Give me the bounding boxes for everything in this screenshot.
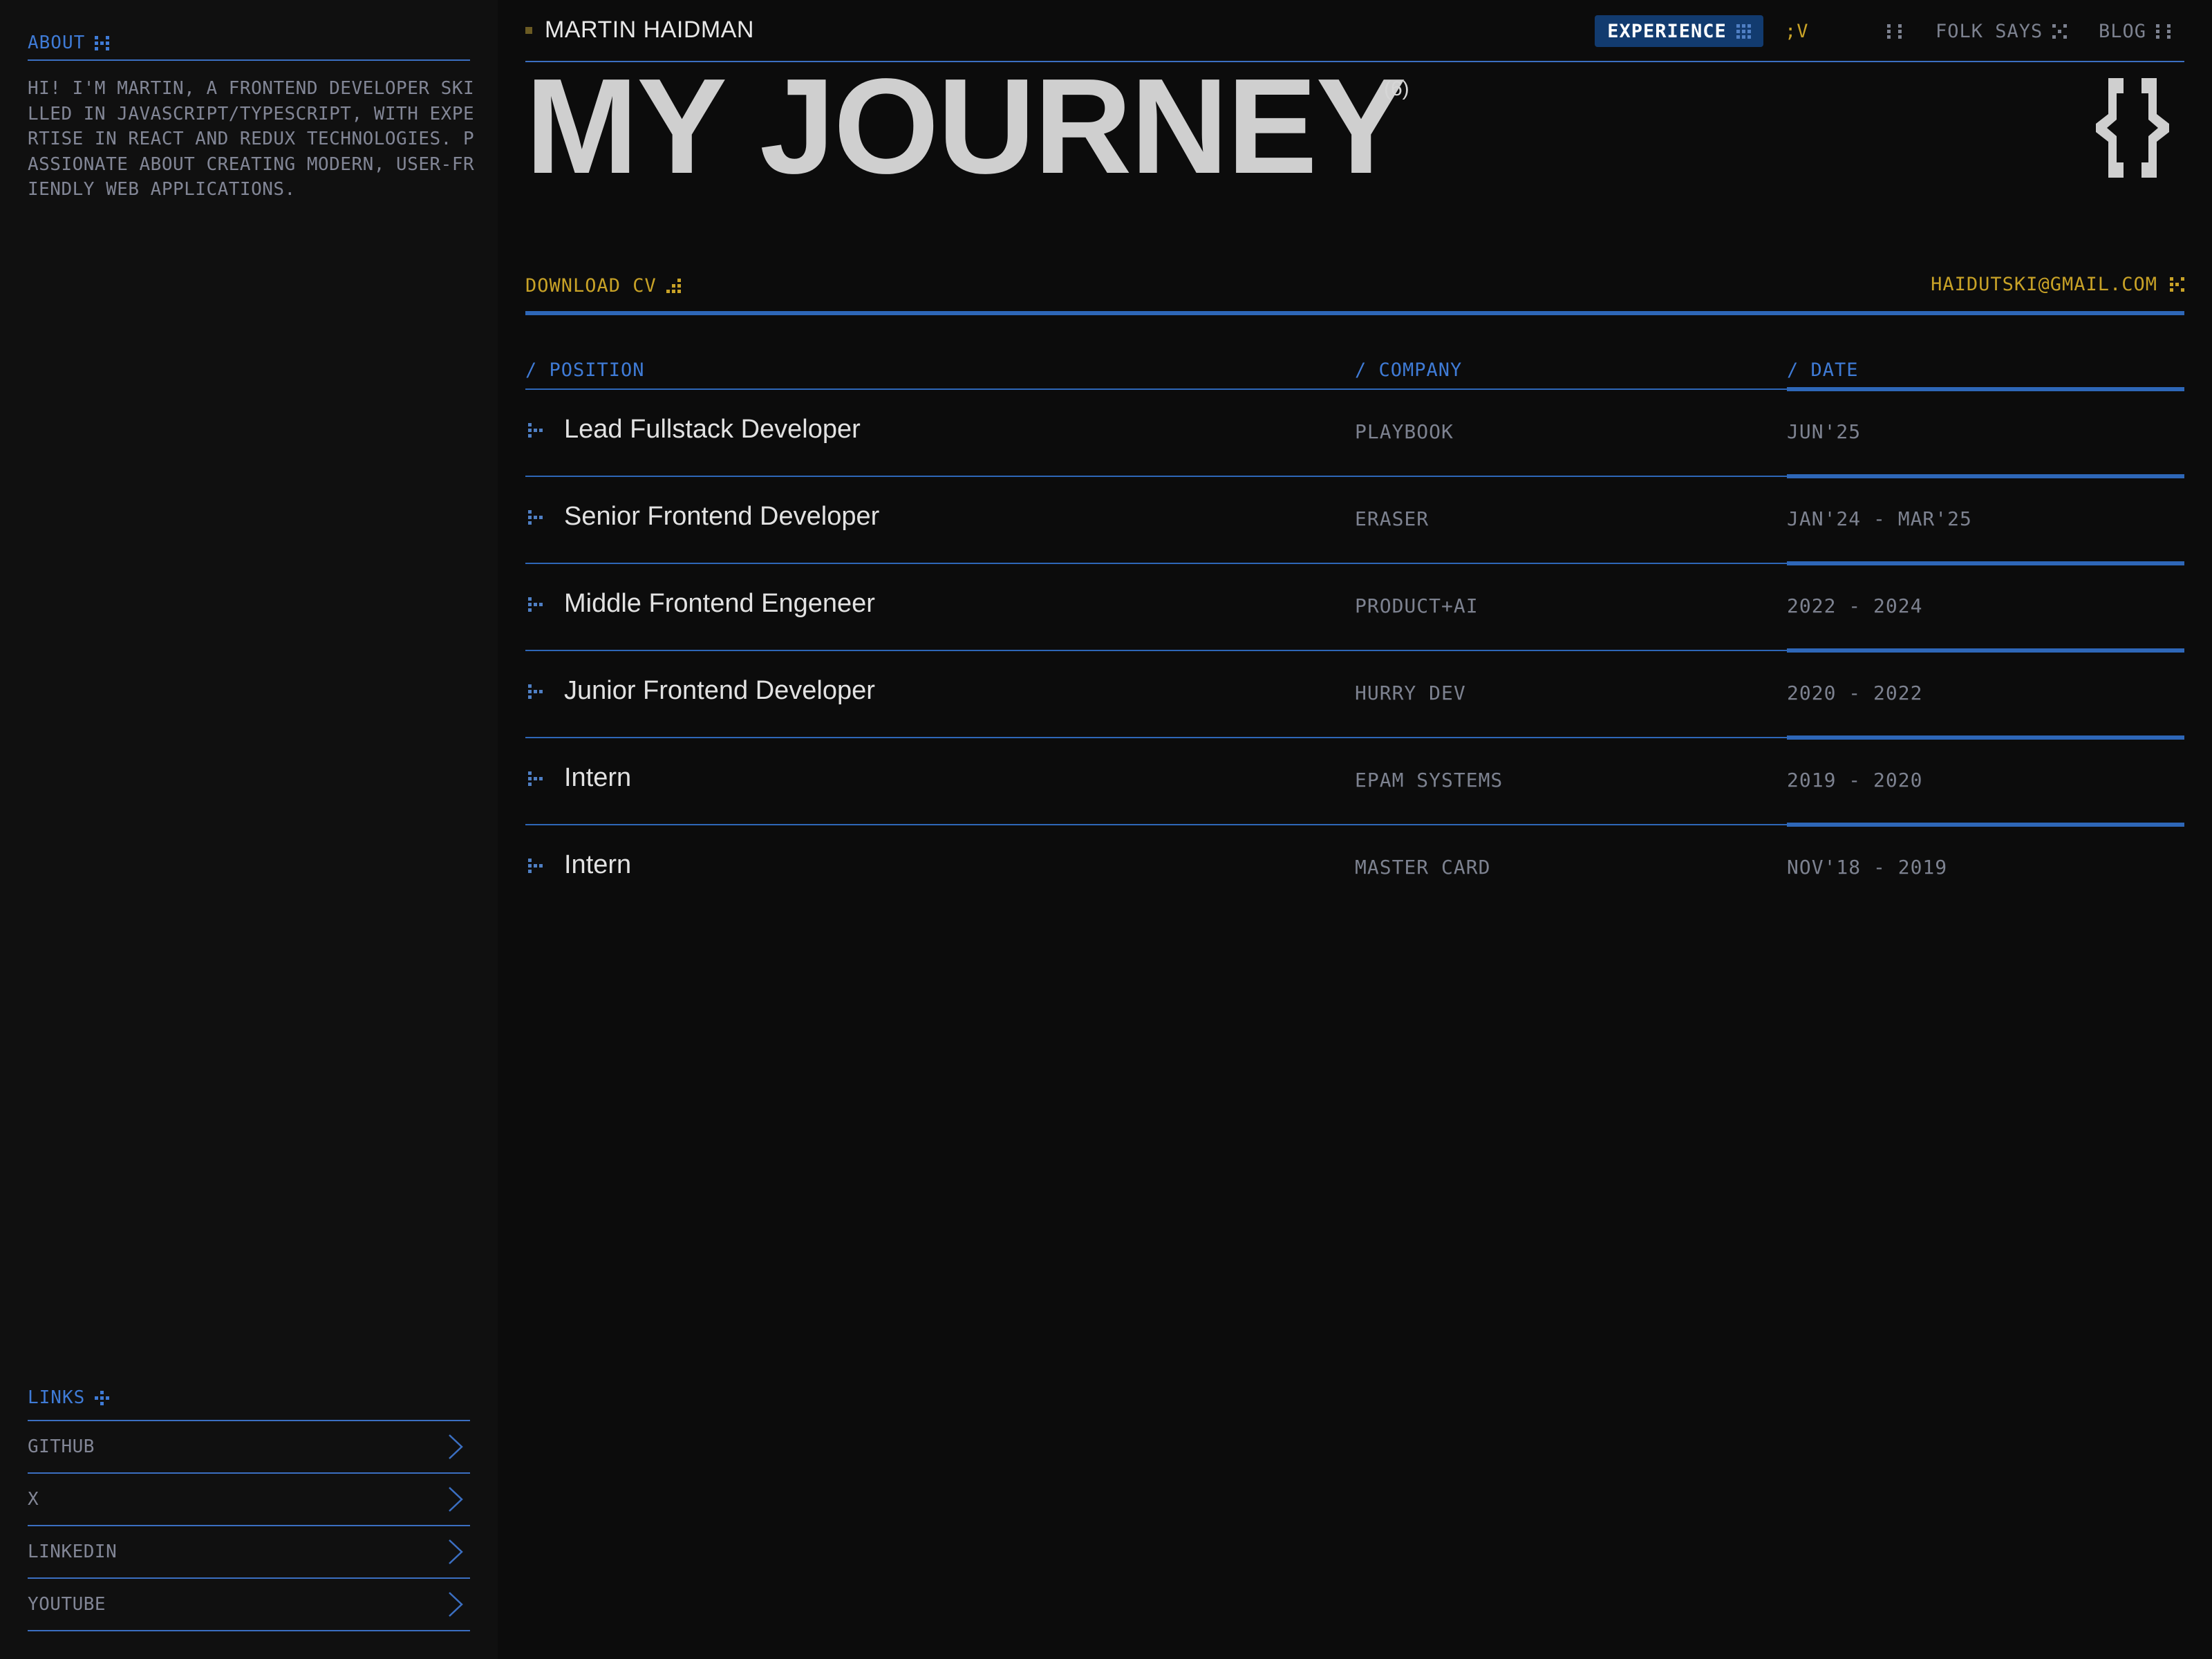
download-cv-label: DOWNLOAD CV xyxy=(525,275,657,297)
link-label: LINKEDIN xyxy=(28,1541,118,1562)
chevron-right-icon xyxy=(449,1592,463,1617)
dots-grid-icon xyxy=(1887,24,1902,39)
date-accent-bar xyxy=(1787,823,2184,827)
link-label: X xyxy=(28,1489,39,1510)
chevron-right-icon xyxy=(449,1539,463,1564)
page-title: MY JOURNEY xyxy=(525,50,1406,202)
about-heading: ABOUT xyxy=(28,26,470,61)
nav-folk-says-label: FOLK SAYS xyxy=(1936,20,2043,42)
download-cv-link[interactable]: DOWNLOAD CV xyxy=(525,275,681,297)
company-name: MASTER CARD xyxy=(1355,856,1491,879)
nav-folk-says[interactable]: FOLK SAYS xyxy=(1936,15,2068,47)
link-label: YOUTUBE xyxy=(28,1594,106,1615)
position-title: Senior Frontend Developer xyxy=(564,502,880,531)
dots-grid-icon xyxy=(1736,24,1751,39)
date-range: NOV'18 - 2019 xyxy=(1787,856,1948,879)
position-title: Lead Fullstack Developer xyxy=(564,415,861,444)
email-link[interactable]: HAIDUTSKI@GMAIL.COM xyxy=(1931,274,2184,295)
table-header: / POSITION / COMPANY / DATE xyxy=(525,353,2184,390)
links-heading-label: LINKS xyxy=(28,1387,86,1408)
date-accent-bar xyxy=(1787,474,2184,478)
table-row[interactable]: Senior Frontend Developer ERASER JAN'24 … xyxy=(525,474,2184,564)
dots-grid-icon xyxy=(95,35,110,50)
company-name: EPAM SYSTEMS xyxy=(1355,769,1503,791)
dots-grid-icon xyxy=(2052,24,2068,39)
link-linkedin[interactable]: LINKEDIN xyxy=(28,1526,470,1579)
date-range: 2019 - 2020 xyxy=(1787,769,1923,791)
link-youtube[interactable]: YOUTUBE xyxy=(28,1579,470,1631)
nav-experience-label: EXPERIENCE xyxy=(1607,20,1727,42)
dots-grid-icon xyxy=(2156,24,2171,39)
position-title: Middle Frontend Engeneer xyxy=(564,589,875,618)
links-heading: LINKS xyxy=(28,1376,470,1421)
nav-blog[interactable]: BLOG xyxy=(2099,15,2171,47)
table-row[interactable]: Lead Fullstack Developer PLAYBOOK JUN'25 xyxy=(525,387,2184,477)
dots-arrow-icon xyxy=(528,771,543,786)
about-text: HI! I'M MARTIN, A FRONTEND DEVELOPER SKI… xyxy=(28,78,475,200)
position-title: Intern xyxy=(564,763,632,792)
dots-arrow-icon xyxy=(528,859,543,873)
column-header-position: / POSITION xyxy=(525,359,645,381)
about-heading-label: ABOUT xyxy=(28,32,86,53)
links-list: GITHUB X LINKEDIN YOUTUBE xyxy=(28,1421,470,1631)
table-row[interactable]: Intern EPAM SYSTEMS 2019 - 2020 xyxy=(525,735,2184,825)
brand-name: MARTIN HAIDMAN xyxy=(545,17,754,43)
chevron-right-icon xyxy=(449,1434,463,1459)
entry-count: (6) xyxy=(1384,77,1409,100)
date-accent-bar xyxy=(1787,735,2184,740)
company-name: PRODUCT+AI xyxy=(1355,594,1479,617)
dots-arrow-icon xyxy=(528,684,543,699)
nav-language-toggle[interactable]: ;V xyxy=(1785,15,1809,47)
nav-menu[interactable] xyxy=(1887,15,1902,47)
date-range: JUN'25 xyxy=(1787,420,1862,443)
square-dot-icon xyxy=(525,26,532,34)
date-range: 2022 - 2024 xyxy=(1787,594,1923,617)
link-github[interactable]: GITHUB xyxy=(28,1421,470,1474)
table-row[interactable]: Middle Frontend Engeneer PRODUCT+AI 2022… xyxy=(525,561,2184,651)
experience-table: / POSITION / COMPANY / DATE Lead Fullsta… xyxy=(525,353,2184,911)
email-label: HAIDUTSKI@GMAIL.COM xyxy=(1931,274,2157,295)
company-name: ERASER xyxy=(1355,507,1430,530)
column-header-date: / DATE xyxy=(1787,359,1859,381)
nav-language-label: ;V xyxy=(1785,20,1809,42)
column-header-company: / COMPANY xyxy=(1355,359,1463,381)
nav-blog-label: BLOG xyxy=(2099,20,2147,42)
date-range: 2020 - 2022 xyxy=(1787,682,1923,704)
dots-grid-icon xyxy=(2170,277,2184,292)
nav-experience[interactable]: EXPERIENCE xyxy=(1595,15,1763,47)
dots-grid-icon xyxy=(95,1390,110,1405)
dots-grid-icon xyxy=(666,279,681,293)
dots-arrow-icon xyxy=(528,597,543,612)
dots-arrow-icon xyxy=(528,423,543,438)
table-row[interactable]: Intern MASTER CARD NOV'18 - 2019 xyxy=(525,823,2184,911)
divider xyxy=(525,311,2184,315)
sidebar: ABOUT HI! I'M MARTIN, A FRONTEND DEVELOP… xyxy=(0,0,498,1659)
chevron-right-icon xyxy=(449,1487,463,1512)
date-accent-bar xyxy=(1787,648,2184,653)
link-x[interactable]: X xyxy=(28,1474,470,1526)
company-name: HURRY DEV xyxy=(1355,682,1466,704)
date-accent-bar xyxy=(1787,561,2184,565)
date-accent-bar xyxy=(1787,387,2184,391)
brand[interactable]: MARTIN HAIDMAN xyxy=(525,17,754,44)
position-title: Junior Frontend Developer xyxy=(564,676,875,705)
date-range: JAN'24 - MAR'25 xyxy=(1787,507,1972,530)
position-title: Intern xyxy=(564,850,632,879)
curly-braces-icon xyxy=(2096,78,2169,178)
dots-arrow-icon xyxy=(528,510,543,525)
company-name: PLAYBOOK xyxy=(1355,420,1454,443)
table-row[interactable]: Junior Frontend Developer HURRY DEV 2020… xyxy=(525,648,2184,738)
link-label: GITHUB xyxy=(28,1436,95,1457)
